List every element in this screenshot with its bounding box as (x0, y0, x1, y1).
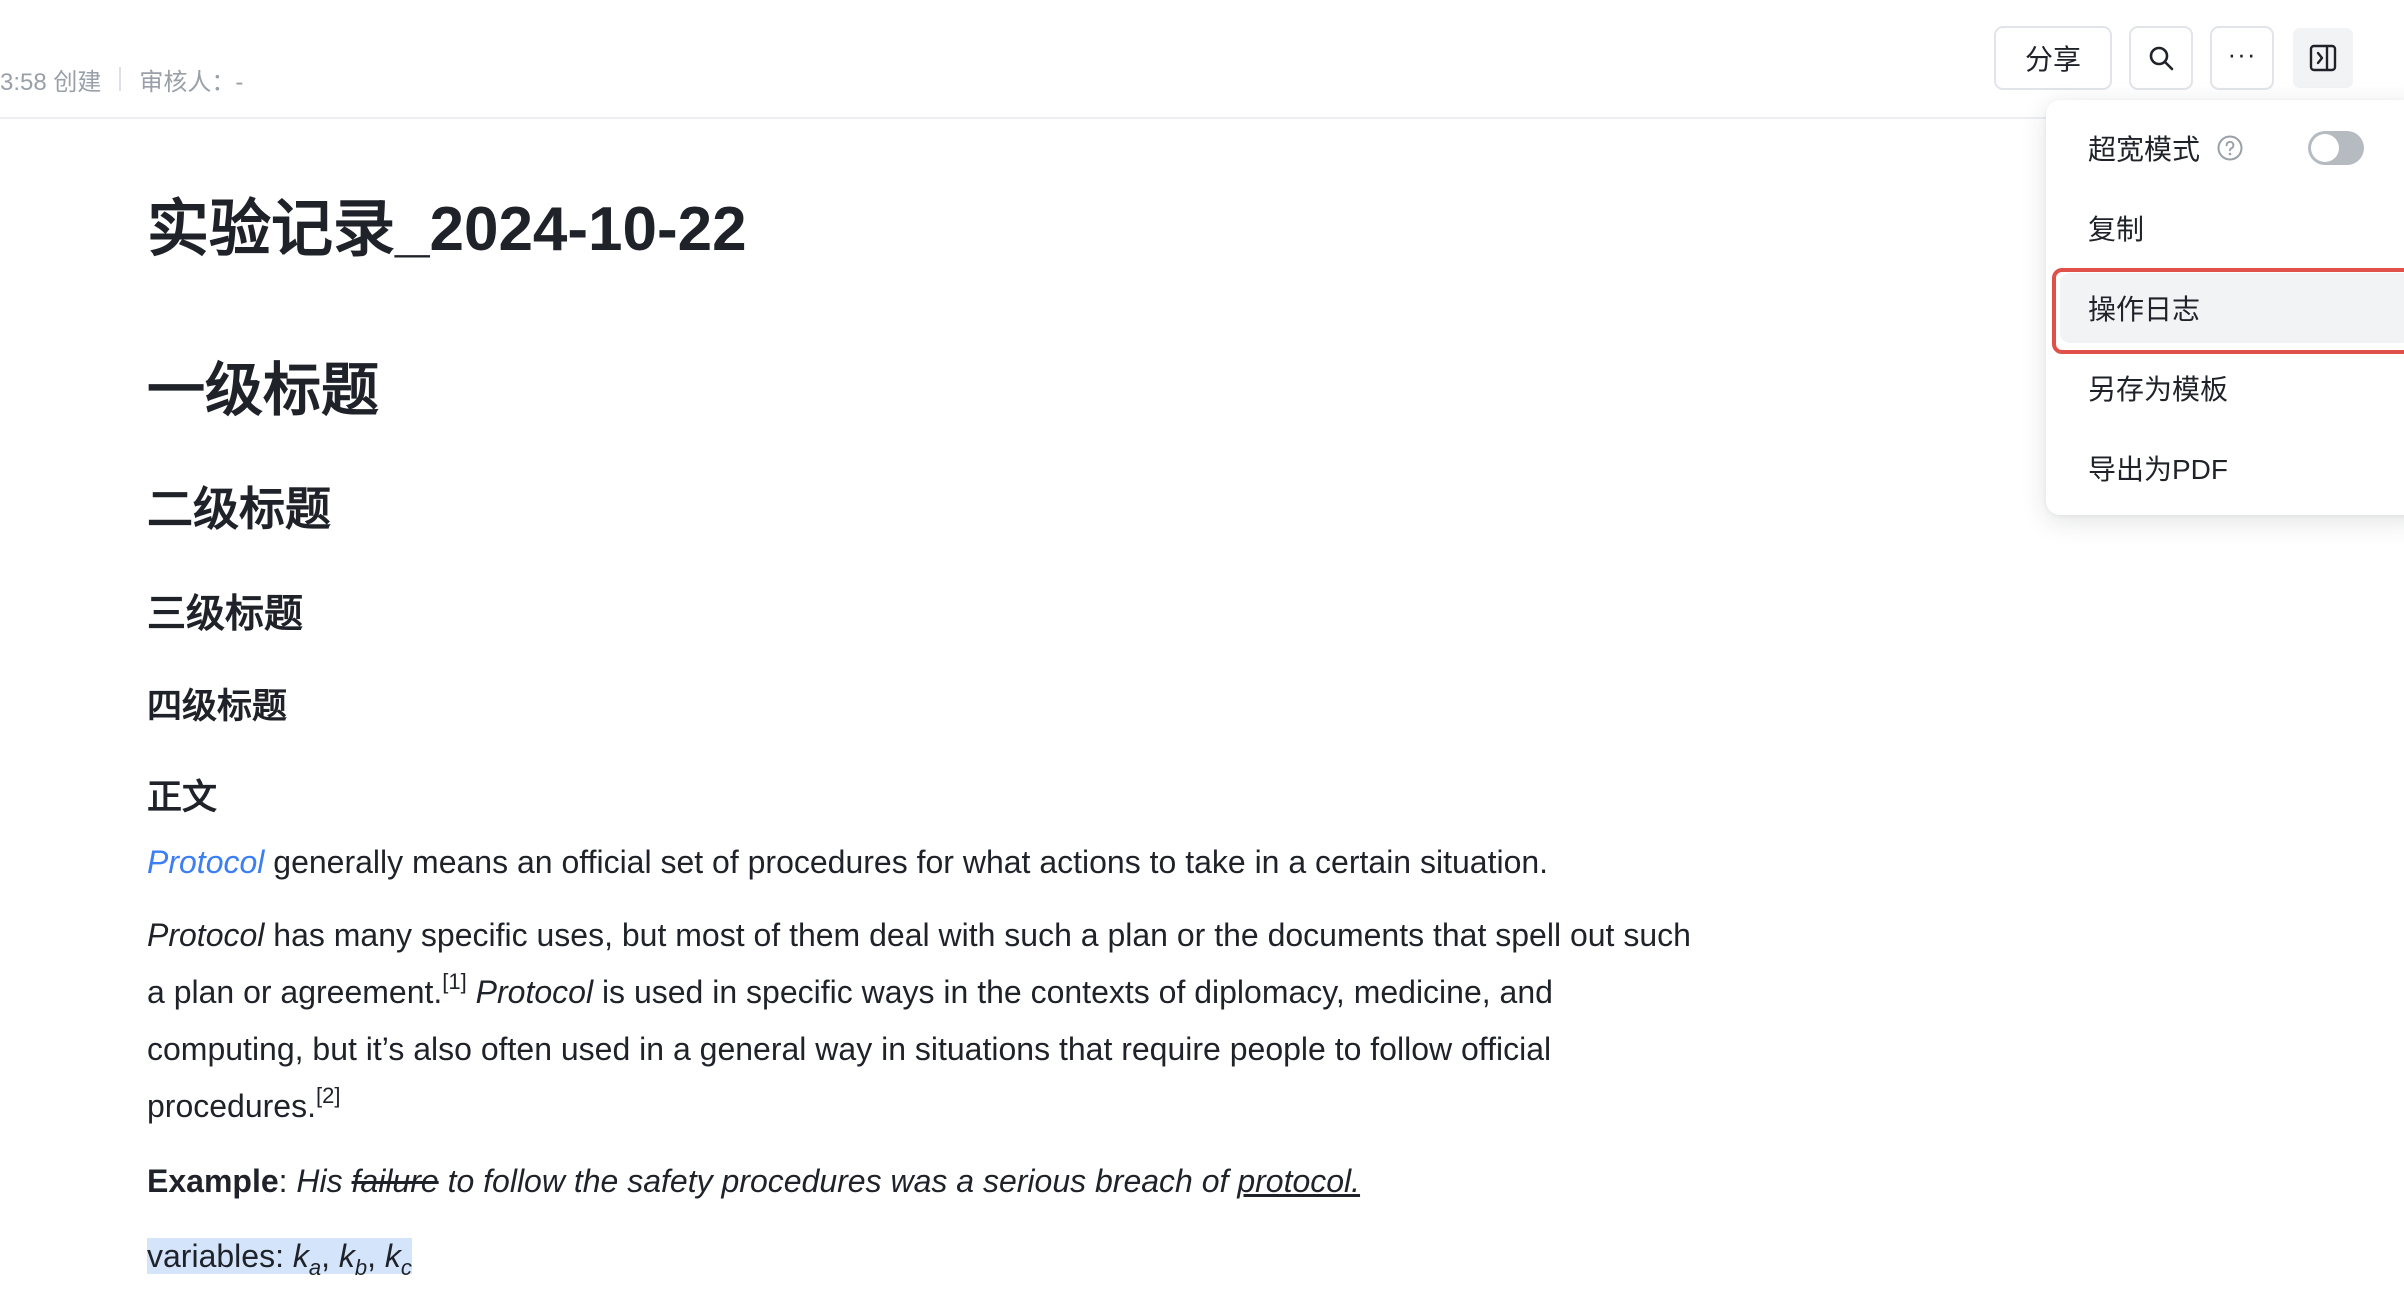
example-italic-a: His (296, 1163, 352, 1199)
protocol-link[interactable]: Protocol (147, 844, 264, 880)
meta-divider (119, 67, 122, 91)
created-time: 3:58 创建 (0, 68, 102, 96)
more-button[interactable]: ··· (2210, 26, 2274, 90)
menu-item-export-pdf[interactable]: 导出为PDF (2060, 433, 2404, 503)
top-bar: 3:58 创建 审核人：- 分享 ··· (0, 0, 2404, 119)
sub-a: a (308, 1255, 322, 1280)
save-template-label: 另存为模板 (2088, 374, 2229, 405)
panel-toggle-icon (2309, 44, 2337, 72)
heading-4[interactable]: 四级标题 (147, 678, 287, 729)
example-underlined: protocol. (1237, 1163, 1361, 1199)
example-colon: : (278, 1163, 297, 1199)
reviewer: 审核人：- (139, 68, 244, 96)
copy-label: 复制 (2088, 214, 2145, 245)
paragraph-2[interactable]: Protocol has many specific uses, but mos… (147, 907, 1707, 1135)
menu-item-save-template[interactable]: 另存为模板 (2060, 353, 2404, 423)
example-label: Example (147, 1163, 279, 1199)
heading-1[interactable]: 一级标题 (147, 343, 379, 427)
highlight-box (2052, 268, 2404, 354)
help-icon[interactable] (2216, 134, 2244, 162)
panel-toggle-button[interactable] (2291, 26, 2355, 90)
paragraph-1-text: generally means an official set of proce… (264, 844, 1549, 880)
sub-c: c (400, 1255, 412, 1280)
p2-italic-1: Protocol (147, 917, 265, 953)
toggle-knob (2311, 134, 2339, 162)
wide-mode-label: 超宽模式 (2088, 134, 2201, 165)
example-struck: failure (351, 1163, 439, 1199)
footnote-ref-1[interactable]: [1] (442, 969, 466, 994)
sub-b: b (354, 1255, 368, 1280)
footnote-ref-2[interactable]: [2] (316, 1083, 340, 1108)
paragraph-example[interactable]: Example: His failure to follow the safet… (147, 1153, 1707, 1210)
menu-item-copy[interactable]: 复制 (2060, 193, 2404, 263)
paragraph-variables[interactable]: variables: ka, kb, kc (147, 1228, 1707, 1285)
share-label: 分享 (2024, 44, 2081, 75)
more-icon: ··· (2227, 38, 2257, 69)
var-k-a: k (292, 1238, 309, 1274)
export-pdf-label: 导出为PDF (2088, 454, 2229, 485)
search-button[interactable] (2129, 26, 2193, 90)
share-button[interactable]: 分享 (1994, 26, 2112, 90)
paragraph-1[interactable]: Protocol generally means an official set… (147, 834, 1707, 891)
var-k-b: k (338, 1238, 355, 1274)
selected-text[interactable]: variables: ka, kb, kc (147, 1238, 412, 1279)
heading-2[interactable]: 二级标题 (147, 473, 331, 539)
editor-page: 3:58 创建 审核人：- 分享 ··· 实验记录_2024-10-22 一级标… (0, 0, 2404, 1296)
p2-italic-2: Protocol (466, 974, 594, 1010)
doc-title[interactable]: 实验记录_2024-10-22 (147, 178, 747, 268)
heading-3[interactable]: 三级标题 (147, 583, 303, 639)
body-heading[interactable]: 正文 (147, 769, 217, 820)
wide-mode-toggle[interactable] (2308, 131, 2364, 165)
variables-label: variables: (147, 1238, 293, 1274)
sep-1: , (321, 1238, 339, 1274)
example-italic-b: to follow the safety procedures was a se… (438, 1163, 1238, 1199)
var-k-c: k (384, 1238, 401, 1274)
search-icon (2149, 46, 2174, 71)
doc-meta: 3:58 创建 审核人：- (0, 62, 243, 96)
sep-2: , (367, 1238, 385, 1274)
